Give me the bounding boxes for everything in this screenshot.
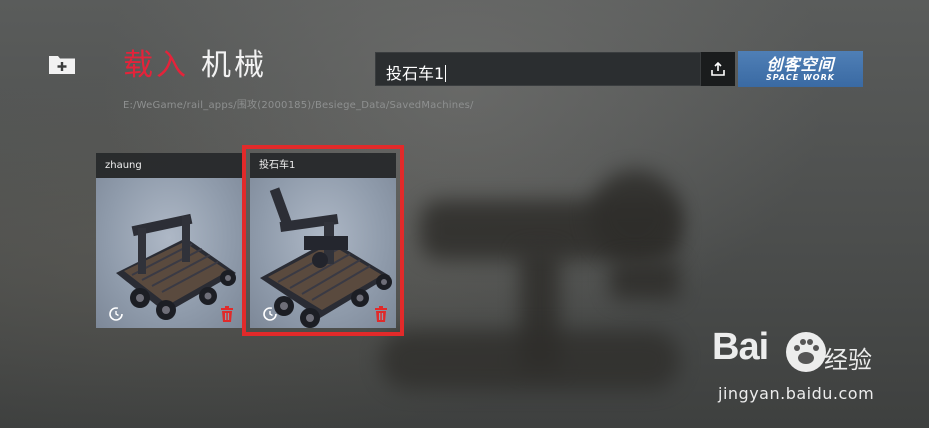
search-value-text: 投石车1 bbox=[386, 64, 445, 83]
upload-icon bbox=[711, 62, 725, 76]
reload-icon[interactable] bbox=[108, 306, 124, 322]
search-input[interactable]: 投石车1 bbox=[375, 52, 701, 86]
search-value: 投石车1 bbox=[386, 60, 447, 84]
folder-plus-icon bbox=[49, 56, 75, 74]
upload-button[interactable] bbox=[701, 52, 735, 86]
delete-icon[interactable] bbox=[220, 306, 234, 322]
background-shape bbox=[380, 330, 680, 390]
reload-icon[interactable] bbox=[262, 306, 278, 322]
title-load: 载入 bbox=[123, 48, 189, 83]
text-caret bbox=[445, 65, 447, 82]
delete-icon[interactable] bbox=[374, 306, 388, 322]
save-path: E:/WeGame/rail_apps/围攻(2000185)/Besiege_… bbox=[123, 100, 474, 111]
workshop-label-cn: 创客空间 bbox=[766, 54, 835, 74]
background-shape bbox=[610, 260, 680, 300]
machine-name: 投石车1 bbox=[250, 153, 396, 178]
page-title: 载入 机械 bbox=[123, 48, 267, 84]
background-shape bbox=[590, 170, 680, 260]
machine-card-selected[interactable]: 投石车1 bbox=[242, 145, 404, 336]
new-folder-button[interactable] bbox=[48, 53, 76, 75]
machine-name: zhaung bbox=[96, 153, 242, 178]
machine-card[interactable]: zhaung bbox=[96, 153, 242, 328]
workshop-label-en: SPACE WORK bbox=[766, 72, 835, 82]
workshop-button[interactable]: 创客空间 SPACE WORK bbox=[738, 51, 863, 87]
machine-thumbnail bbox=[96, 178, 242, 328]
title-machine: 机械 bbox=[201, 48, 267, 83]
machine-thumbnail bbox=[250, 178, 396, 328]
